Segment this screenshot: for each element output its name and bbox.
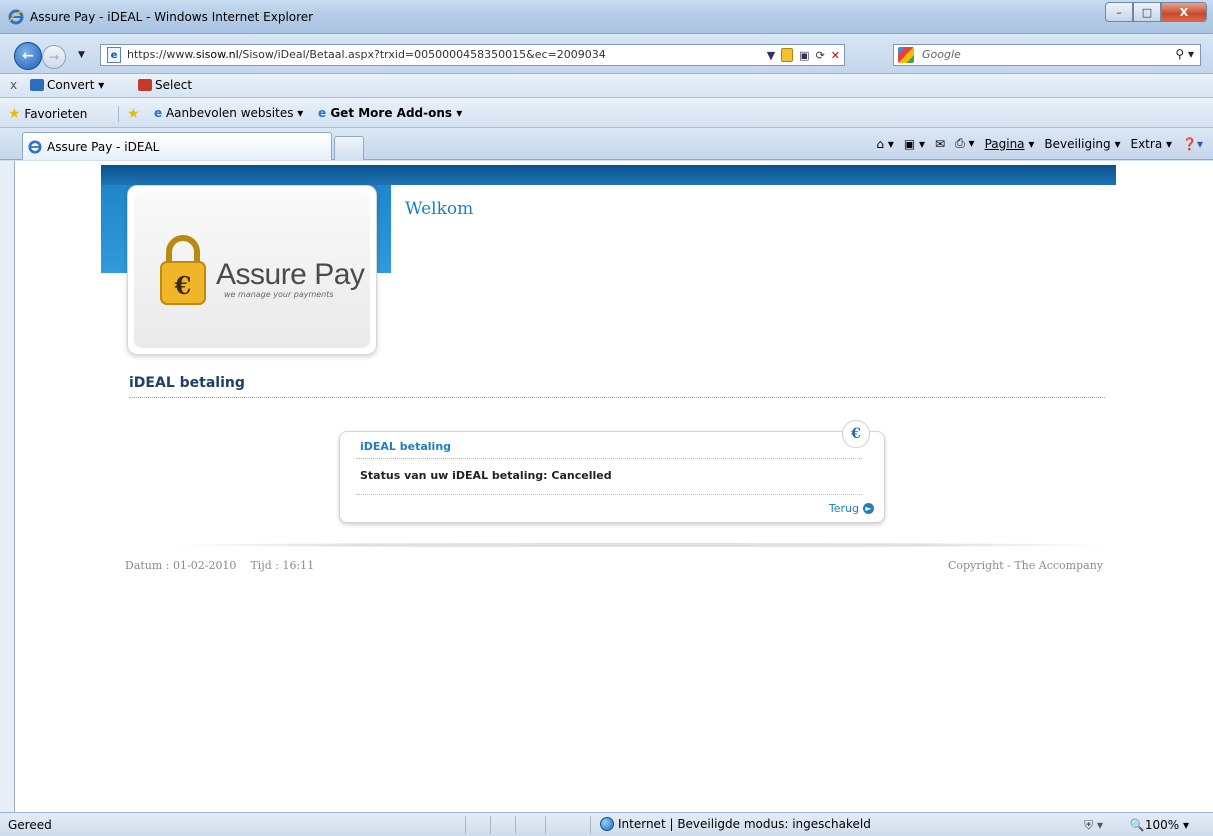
logo-card: € Assure Pay we manage your payments bbox=[127, 185, 377, 355]
select-icon bbox=[138, 79, 152, 91]
print-icon[interactable]: ⎙ ▾ bbox=[955, 136, 974, 151]
minimize-button[interactable]: – bbox=[1105, 2, 1133, 22]
brand-name: Assure Pay bbox=[216, 258, 365, 291]
address-bar[interactable]: e https://www.sisow.nl/Sisow/iDeal/Betaa… bbox=[100, 44, 845, 66]
brand-tagline: we manage your payments bbox=[224, 290, 334, 299]
forward-button[interactable]: → bbox=[42, 45, 66, 69]
close-toolbar-icon[interactable]: x bbox=[10, 78, 17, 92]
footer-datetime: Datum : 01-02-2010 Tijd : 16:11 bbox=[125, 559, 315, 572]
arrow-right-icon: ► bbox=[863, 503, 874, 514]
page-icon: e bbox=[107, 47, 121, 63]
address-toolbar: ← → ▼ e https://www.sisow.nl/Sisow/iDeal… bbox=[0, 34, 1213, 74]
globe-icon bbox=[600, 817, 614, 831]
tab-bar: Assure Pay - iDEAL ⌂ ▾ ▣ ▾ ✉ ⎙ ▾ Pagina … bbox=[0, 128, 1213, 160]
ie-link-icon: e bbox=[154, 106, 163, 120]
internet-explorer-icon bbox=[8, 9, 24, 25]
section-title: iDEAL betaling bbox=[129, 375, 245, 391]
security-menu[interactable]: Beveiliging ▾ bbox=[1044, 137, 1120, 151]
back-button[interactable]: ← bbox=[14, 42, 42, 70]
star-icon: ★ bbox=[8, 106, 21, 122]
maximize-button[interactable]: □ bbox=[1133, 2, 1161, 22]
stop-icon[interactable]: ✕ bbox=[831, 49, 840, 62]
history-dropdown-icon[interactable]: ▼ bbox=[78, 50, 85, 60]
convert-icon bbox=[30, 79, 44, 91]
convert-toolbar: x Convert ▾ Select bbox=[0, 74, 1213, 98]
help-icon[interactable]: ❓▾ bbox=[1182, 137, 1203, 151]
refresh-icon[interactable]: ⟳ bbox=[816, 49, 825, 62]
address-dropdown-icon[interactable]: ▼ bbox=[767, 49, 775, 62]
divider bbox=[356, 458, 862, 459]
close-window-button[interactable]: X bbox=[1161, 2, 1207, 22]
separator bbox=[490, 816, 491, 834]
payment-status-box: € iDEAL betaling Status van uw iDEAL bet… bbox=[339, 420, 885, 523]
footer-copyright: Copyright - The Accompany bbox=[948, 559, 1103, 572]
separator bbox=[465, 816, 466, 834]
address-url[interactable]: https://www.sisow.nl/Sisow/iDeal/Betaal.… bbox=[127, 48, 606, 61]
payment-box-title: iDEAL betaling bbox=[360, 440, 452, 453]
back-link[interactable]: Terug ► bbox=[829, 502, 874, 515]
get-addons-button[interactable]: e Get More Add-ons ▾ bbox=[318, 106, 462, 120]
section-divider bbox=[129, 397, 1105, 398]
ie-link-icon-2: e bbox=[318, 106, 327, 120]
page-menu[interactable]: Pagina ▾ bbox=[985, 137, 1035, 151]
search-box[interactable]: Google ⚲ ▾ bbox=[893, 44, 1201, 66]
add-favorite-button[interactable]: ★ bbox=[118, 106, 140, 122]
euro-icon: € bbox=[842, 420, 870, 448]
compatibility-view-icon[interactable]: ▣ bbox=[799, 49, 809, 62]
payment-status-text: Status van uw iDEAL betaling: Cancelled bbox=[360, 469, 612, 482]
left-frame bbox=[0, 161, 14, 812]
window-titlebar: Assure Pay - iDEAL - Windows Internet Ex… bbox=[0, 0, 1213, 34]
protected-mode-icon[interactable]: ⛨ ▾ bbox=[1084, 818, 1103, 833]
welcome-heading: Welkom bbox=[405, 199, 474, 219]
page-viewport: € Assure Pay we manage your payments Wel… bbox=[14, 161, 1213, 812]
add-favorite-icon: ★ bbox=[127, 106, 140, 122]
svg-text:€: € bbox=[174, 271, 192, 300]
favorites-bar: ★ Favorieten ★ e Aanbevolen websites ▾ e… bbox=[0, 98, 1213, 128]
footer-shadow bbox=[165, 543, 1115, 547]
select-button[interactable]: Select bbox=[138, 78, 192, 92]
google-icon bbox=[898, 47, 914, 63]
padlock-icon: € bbox=[160, 235, 206, 305]
separator bbox=[545, 816, 546, 834]
separator bbox=[515, 816, 516, 834]
home-icon[interactable]: ⌂ ▾ bbox=[876, 137, 893, 151]
search-icon[interactable]: ⚲ ▾ bbox=[1175, 47, 1194, 61]
security-zone[interactable]: Internet | Beveiligde modus: ingeschakel… bbox=[600, 817, 871, 831]
status-text: Gereed bbox=[8, 818, 52, 832]
zoom-control[interactable]: 🔍100% ▾ bbox=[1130, 818, 1189, 832]
convert-button[interactable]: Convert ▾ bbox=[30, 78, 104, 92]
extra-menu[interactable]: Extra ▾ bbox=[1131, 137, 1173, 151]
search-input[interactable]: Google bbox=[922, 48, 961, 61]
divider bbox=[356, 494, 862, 495]
lock-icon[interactable] bbox=[781, 48, 794, 62]
tab-assure-pay[interactable]: Assure Pay - iDEAL bbox=[22, 132, 332, 160]
status-bar: Gereed Internet | Beveiligde modus: inge… bbox=[0, 812, 1213, 836]
window-title: Assure Pay - iDEAL - Windows Internet Ex… bbox=[30, 10, 314, 24]
separator bbox=[590, 816, 591, 834]
recommended-sites-button[interactable]: e Aanbevolen websites ▾ bbox=[154, 106, 303, 120]
header-band bbox=[101, 165, 1116, 185]
favorites-button[interactable]: ★ Favorieten bbox=[8, 106, 87, 122]
tab-ie-icon bbox=[28, 140, 42, 154]
feeds-icon[interactable]: ▣ ▾ bbox=[904, 137, 925, 151]
mail-icon[interactable]: ✉ bbox=[935, 137, 945, 151]
new-tab-button[interactable] bbox=[334, 136, 364, 160]
